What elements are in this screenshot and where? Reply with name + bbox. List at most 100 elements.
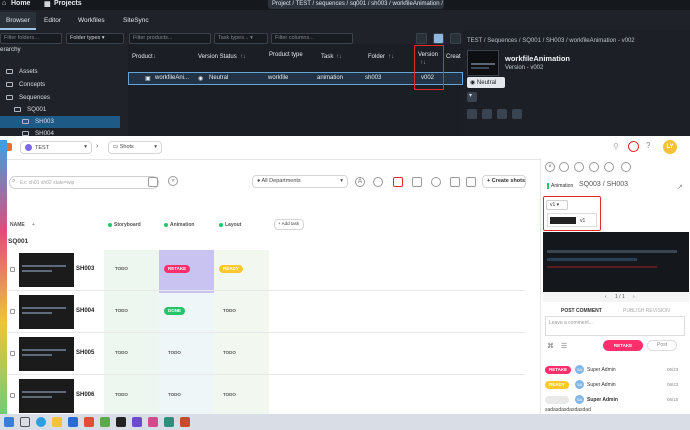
store-icon[interactable] [68,417,78,427]
tab-browser[interactable]: Browser [0,12,36,30]
row-checkbox[interactable] [10,393,15,398]
tree-item-sh003[interactable]: SH003 [0,116,120,128]
tab-sitesync[interactable]: SiteSync [117,12,155,30]
home-icon[interactable]: ⌂ [2,0,6,7]
status-badge[interactable]: TODO [164,349,185,357]
nav-projects[interactable]: Projects [54,0,82,7]
tree-item-sq001[interactable]: SQ001 [0,104,120,116]
start-icon[interactable] [4,417,14,427]
projects-icon[interactable]: ▦ [44,0,51,8]
col-layout[interactable]: Layout [219,222,241,228]
tab-post-comment[interactable]: POST COMMENT [561,308,602,314]
shot-name[interactable]: SH006 [76,392,94,398]
status-badge[interactable]: READY [219,265,243,273]
col-name[interactable]: NAME [10,222,25,228]
sort-icon[interactable]: ↑↓ [150,54,156,60]
tile-view-button[interactable] [450,33,461,44]
media-player[interactable] [543,232,689,292]
filter-icon[interactable]: ▿ [168,176,178,186]
filter-products-input[interactable]: Filter products... [129,33,211,44]
department-select[interactable]: ● All Departments ▾ [252,175,348,188]
expand-icon[interactable] [604,162,614,172]
grid-view-button[interactable] [433,33,444,44]
filter-folders-input[interactable]: Filter folders... [0,33,62,44]
tree-item-assets[interactable]: Assets [0,66,120,78]
status-badge[interactable]: TODO [219,391,240,399]
row-checkbox[interactable] [10,351,15,356]
nav-home[interactable]: Home [11,0,30,7]
shot-thumbnail[interactable] [19,253,74,287]
product-row[interactable]: ▣ workfileAni... ◉ Neutral workfile anim… [128,72,463,85]
clock-icon[interactable] [373,177,383,187]
alert-icon[interactable] [628,141,639,152]
app-icon[interactable] [180,417,190,427]
edge-icon[interactable] [36,417,46,427]
add-column-icon[interactable]: + [32,222,35,228]
eye-icon[interactable] [589,162,599,172]
post-button[interactable]: Post [647,340,677,351]
settings-icon[interactable] [431,177,441,187]
shot-name[interactable]: SH004 [76,308,94,314]
list-view-button[interactable] [416,33,427,44]
save-search-icon[interactable] [148,177,158,187]
status-badge[interactable]: TODO [219,307,240,315]
shot-thumbnail[interactable] [19,379,74,413]
row-checkbox[interactable] [10,309,15,314]
notes-icon[interactable] [512,109,522,119]
tab-editor[interactable]: Editor [38,12,67,30]
detail-breadcrumb[interactable]: TEST / Sequences / SQ001 / SH003 / workf… [467,38,635,44]
prev-icon[interactable]: ‹ [605,294,607,300]
status-badge[interactable]: TODO [164,391,185,399]
filter-columns-input[interactable]: Filter columns... [271,33,353,44]
create-shots-button[interactable]: + Create shots [482,175,526,188]
tab-workfiles[interactable]: Workfiles [72,12,111,30]
search-icon[interactable] [20,417,30,427]
task-types-select[interactable]: Task types... ▾ [214,33,268,44]
export-icon[interactable] [466,177,476,187]
col-version-status[interactable]: Version Status [198,54,237,60]
import-icon[interactable] [450,177,460,187]
columns-icon[interactable] [412,177,422,187]
attach-icon[interactable]: ⌘ [547,342,554,350]
folder-types-select[interactable]: Folder types ▾ [66,33,124,44]
status-badge[interactable]: DONE [164,307,186,315]
help-icon[interactable]: ? [646,141,650,150]
shot-thumbnail[interactable] [19,337,74,371]
avatar[interactable]: LY [663,140,677,154]
status-select-button[interactable]: RETAKE [603,340,643,351]
explorer-icon[interactable] [52,417,62,427]
col-folder[interactable]: Folder [368,54,385,60]
office-icon[interactable] [84,417,94,427]
attributes-icon[interactable] [467,109,477,119]
breadcrumb[interactable]: Project / TEST / sequences / sq001 / sh0… [268,0,444,9]
sort-icon[interactable]: ↑↓ [336,54,342,60]
col-storyboard[interactable]: Storyboard [108,222,141,228]
status-badge[interactable]: TODO [111,265,132,273]
next-icon[interactable]: › [633,294,635,300]
external-link-icon[interactable]: ↗ [677,183,683,191]
app-icon[interactable] [132,417,142,427]
table-row[interactable]: SH005 TODO TODO TODO [8,334,525,375]
expand-button[interactable]: ▾ [467,92,477,102]
shot-name[interactable]: SH003 [76,266,94,272]
checklist-icon[interactable]: ☰ [561,342,567,350]
app-icon[interactable] [100,417,110,427]
col-animation[interactable]: Animation [164,222,194,228]
notification-icon[interactable]: ⚲ [613,142,619,151]
status-badge[interactable]: TODO [219,349,240,357]
col-task[interactable]: Task [321,54,333,60]
table-row[interactable]: SH006 TODO TODO TODO [8,376,525,417]
files-icon[interactable] [482,109,492,119]
table-row[interactable]: SH004 TODO DONE TODO [8,292,525,333]
text-mode-icon[interactable]: A [355,177,365,187]
comment-input[interactable]: Leave a comment... [545,316,685,336]
page-select[interactable]: ▭ Shots ▾ [108,141,162,154]
status-badge[interactable]: TODO [111,349,132,357]
col-product-type[interactable]: Product type [269,52,309,58]
status-badge[interactable]: TODO [111,307,132,315]
add-task-button[interactable]: + Add task [274,219,304,230]
table-row[interactable]: SH003 TODO RETAKE READY [8,250,525,291]
sort-icon[interactable]: ↑↓ [240,54,246,60]
terminal-icon[interactable] [116,417,126,427]
representations-icon[interactable] [497,109,507,119]
